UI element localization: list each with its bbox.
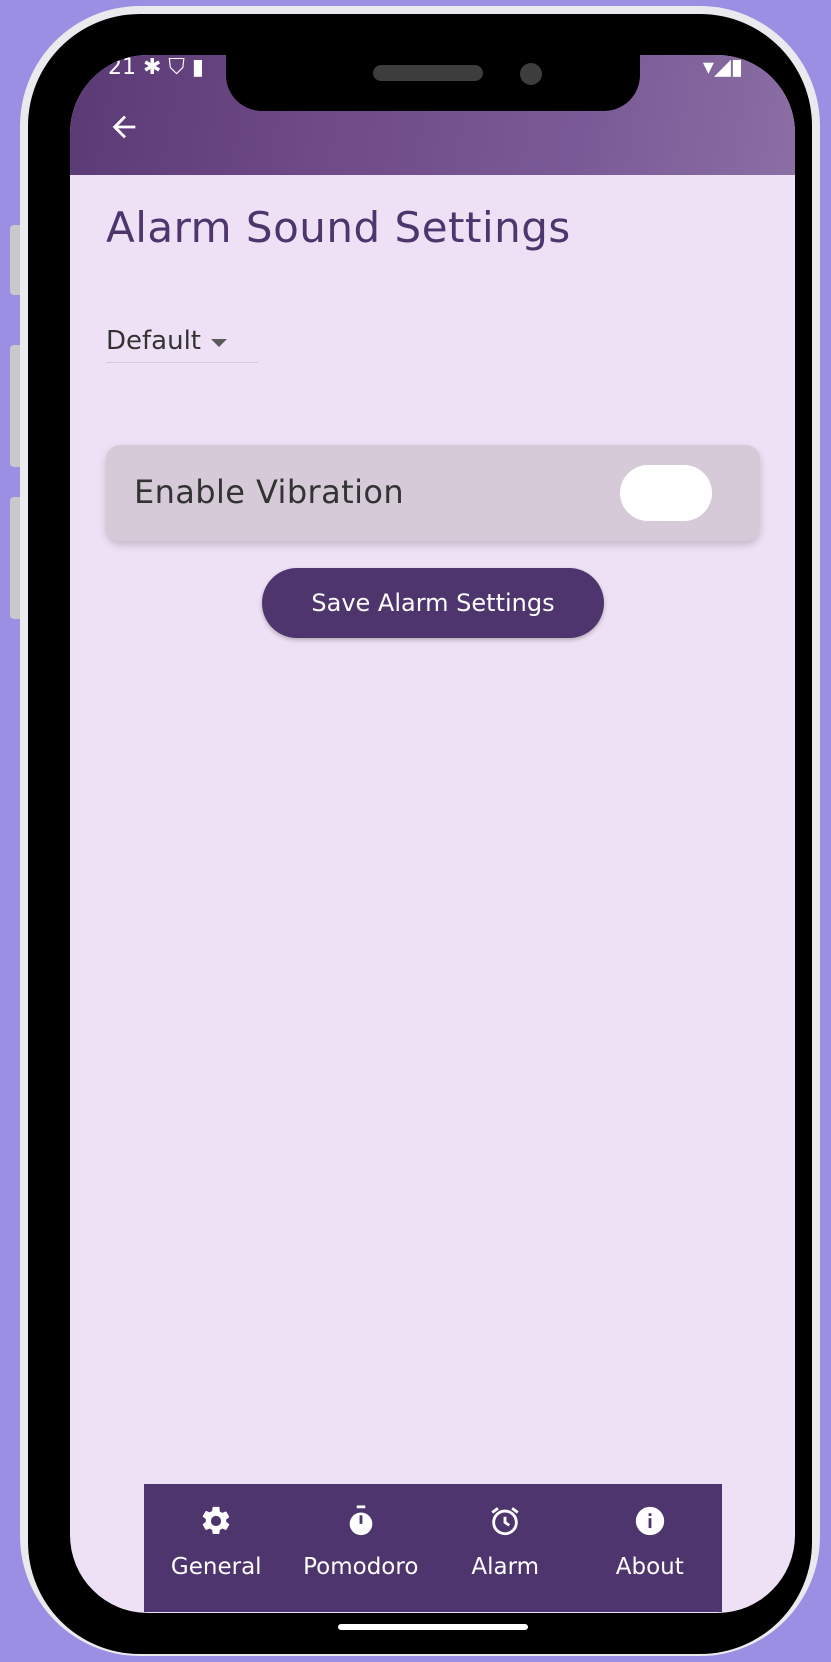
nav-item-about[interactable]: About — [578, 1484, 723, 1612]
camera-notch — [226, 45, 640, 111]
speaker-grille — [373, 65, 483, 81]
status-bar-right: ▾◢▮ — [702, 55, 743, 80]
nav-label-about: About — [615, 1554, 684, 1580]
phone-screen: 21 ✱ ⛉ ▮ ▾◢▮ Alarm Sound Settings Defaul… — [70, 55, 795, 1613]
status-bar-left: 21 ✱ ⛉ ▮ — [108, 55, 205, 80]
nav-item-pomodoro[interactable]: Pomodoro — [289, 1484, 434, 1612]
front-camera — [520, 63, 542, 85]
arrow-left-icon — [112, 115, 136, 139]
gear-icon — [197, 1502, 235, 1540]
nav-label-pomodoro: Pomodoro — [303, 1554, 419, 1580]
nav-item-general[interactable]: General — [144, 1484, 289, 1612]
vibration-label: Enable Vibration — [134, 473, 405, 511]
nav-label-general: General — [170, 1554, 262, 1580]
info-icon — [631, 1502, 669, 1540]
nav-label-alarm: Alarm — [471, 1554, 540, 1580]
sound-dropdown-value: Default — [106, 326, 201, 356]
page-title: Alarm Sound Settings — [106, 203, 571, 252]
nav-item-alarm[interactable]: Alarm — [433, 1484, 578, 1612]
alarm-clock-icon — [486, 1502, 524, 1540]
vibration-card: Enable Vibration — [106, 445, 760, 541]
sound-dropdown[interactable]: Default — [106, 320, 258, 363]
home-indicator[interactable] — [338, 1624, 528, 1630]
bottom-nav: General Pomodoro Alarm About — [144, 1484, 722, 1612]
back-button[interactable] — [100, 103, 148, 151]
save-alarm-settings-button[interactable]: Save Alarm Settings — [262, 568, 604, 638]
vibration-toggle[interactable] — [620, 465, 712, 521]
chevron-down-icon — [211, 339, 227, 347]
stopwatch-icon — [342, 1502, 380, 1540]
